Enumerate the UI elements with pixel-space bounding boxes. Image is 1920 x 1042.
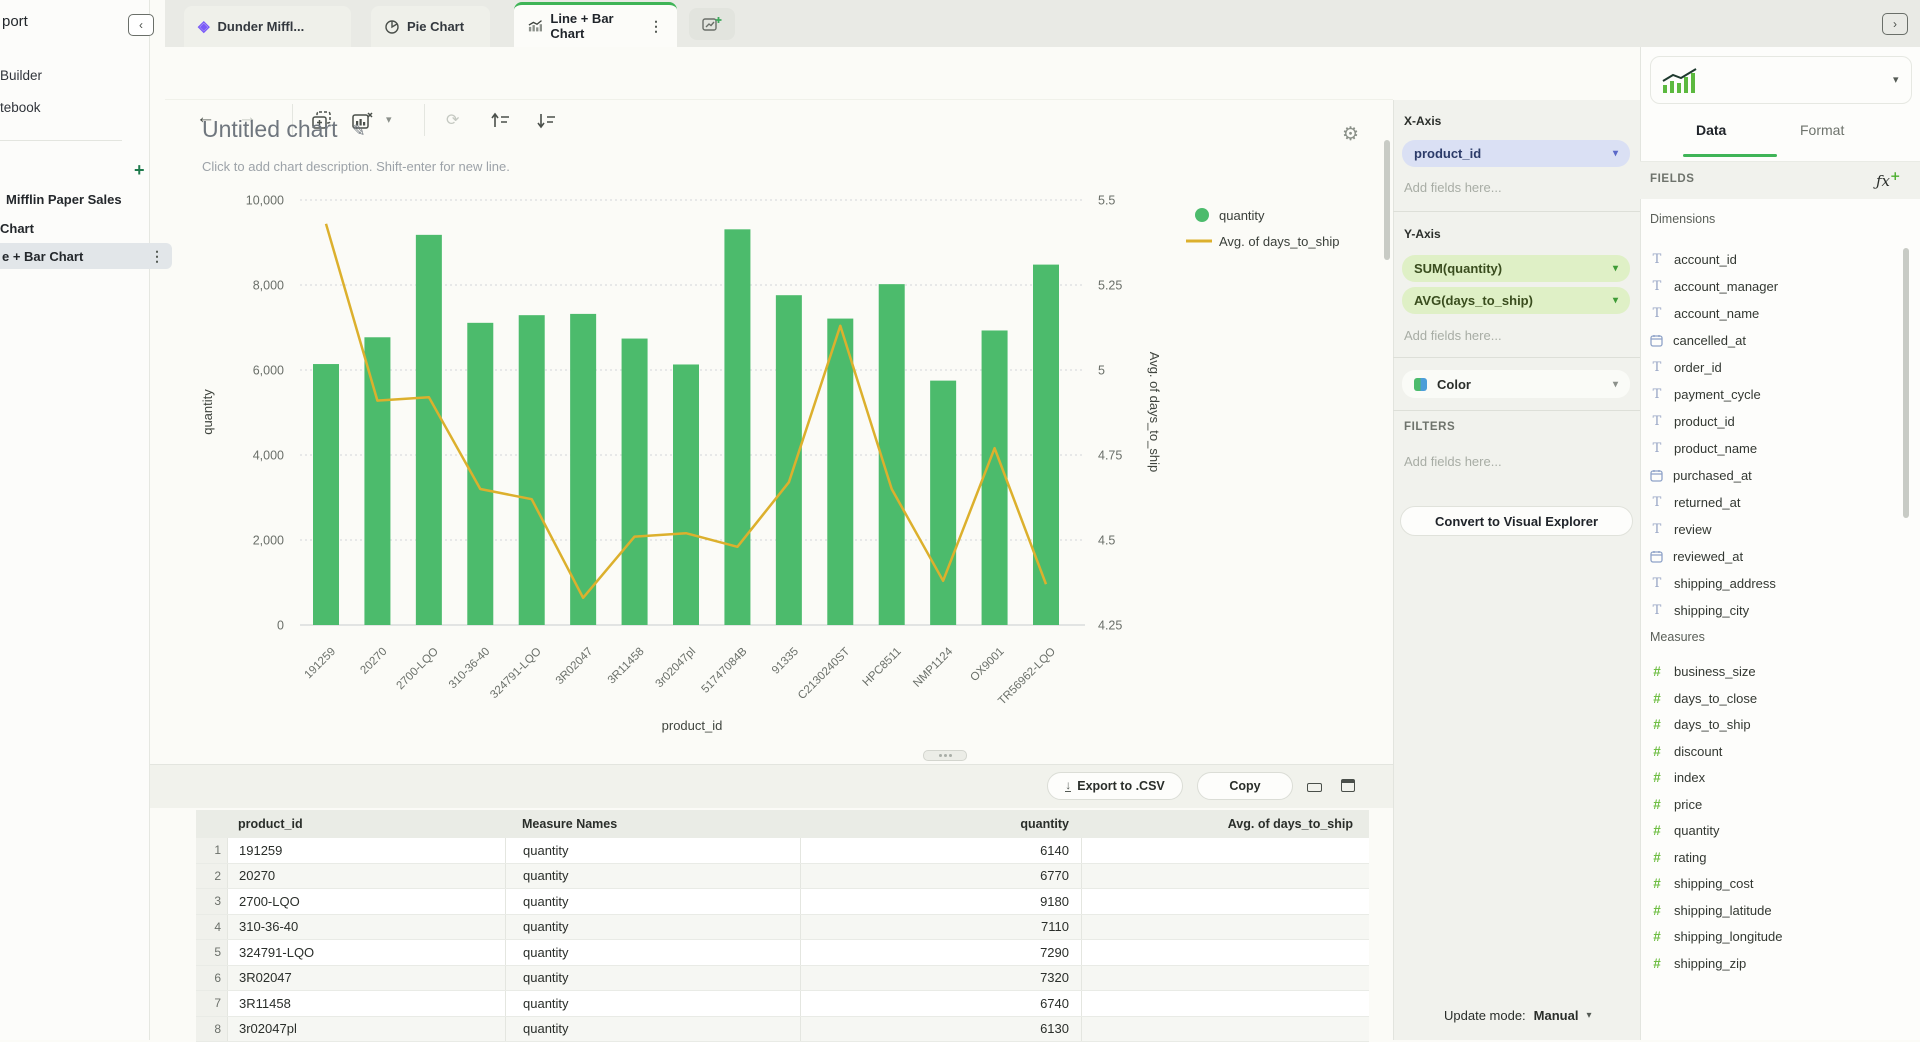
field-label: days_to_close [1674,691,1757,706]
number-type-icon: # [1650,664,1664,679]
number-type-icon: # [1650,770,1664,785]
number-type-icon: # [1650,744,1664,759]
field-label: quantity [1674,823,1720,838]
measures-list: # business_size # days_to_close # days_to_shi… [0,0,1920,1040]
measure-item[interactable]: # discount [1650,738,1900,765]
number-type-icon: # [1650,691,1664,706]
measure-item[interactable]: # shipping_latitude [1650,897,1900,924]
number-type-icon: # [1650,929,1664,944]
number-type-icon: # [1650,903,1664,918]
measure-item[interactable]: # shipping_zip [1650,950,1900,977]
field-label: index [1674,770,1705,785]
measure-item[interactable]: # shipping_longitude [1650,923,1900,950]
measure-item[interactable]: # shipping_cost [1650,870,1900,897]
measure-item[interactable]: # rating [1650,844,1900,871]
number-type-icon: # [1650,956,1664,971]
measure-item[interactable]: # days_to_ship [1650,711,1900,738]
field-label: rating [1674,850,1707,865]
measure-item[interactable]: # business_size [1650,658,1900,685]
number-type-icon: # [1650,823,1664,838]
field-label: shipping_cost [1674,876,1754,891]
number-type-icon: # [1650,717,1664,732]
fields-panel-content: Quick charts Line + Bar ▾ Data Format FI… [0,0,1920,1040]
number-type-icon: # [1650,876,1664,891]
field-label: business_size [1674,664,1756,679]
field-label: shipping_zip [1674,956,1746,971]
field-label: price [1674,797,1702,812]
measure-item[interactable]: # price [1650,791,1900,818]
field-label: shipping_latitude [1674,903,1772,918]
field-label: shipping_longitude [1674,929,1782,944]
number-type-icon: # [1650,797,1664,812]
number-type-icon: # [1650,850,1664,865]
measure-item[interactable]: # days_to_close [1650,685,1900,712]
field-label: days_to_ship [1674,717,1751,732]
measure-item[interactable]: # quantity [1650,817,1900,844]
field-label: discount [1674,744,1722,759]
measure-item[interactable]: # index [1650,764,1900,791]
